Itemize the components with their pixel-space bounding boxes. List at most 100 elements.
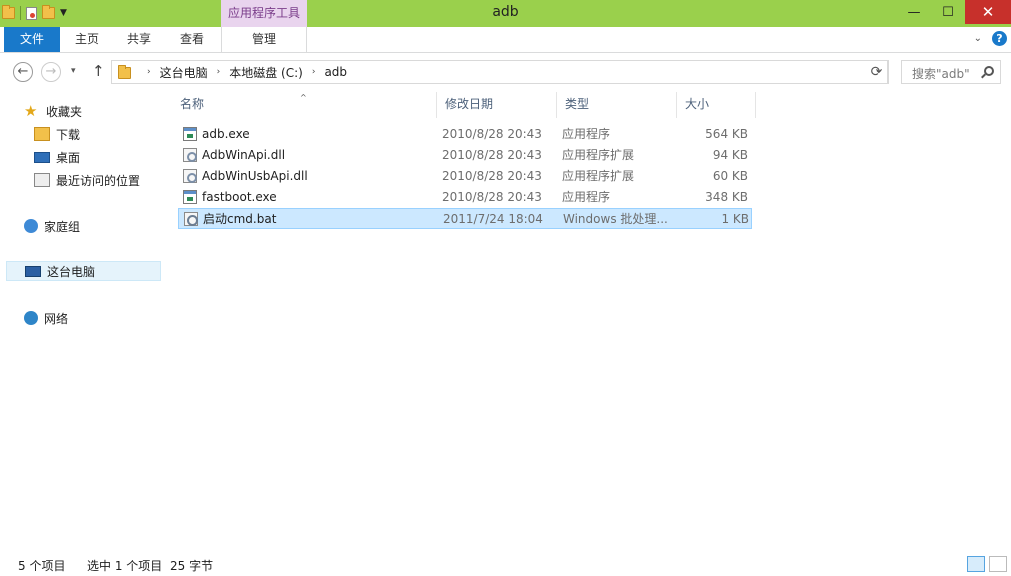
breadcrumb-separator[interactable]: › — [312, 67, 316, 77]
file-type: 应用程序 — [562, 127, 611, 141]
new-folder-icon[interactable] — [42, 5, 55, 19]
column-header-name[interactable]: 名称 ^ — [172, 92, 436, 118]
file-date: 2010/8/28 20:43 — [442, 169, 542, 183]
tab-home[interactable]: 主页 — [70, 27, 104, 52]
file-type: 应用程序 — [562, 190, 611, 204]
column-header-type[interactable]: 类型 — [556, 92, 676, 118]
file-name: 启动cmd.bat — [203, 212, 277, 226]
desktop-icon — [34, 151, 50, 163]
nav-item-label: 最近访问的位置 — [56, 173, 141, 188]
selection-count: 选中 1 个项目 — [87, 559, 163, 573]
up-button[interactable]: ↑ — [92, 62, 105, 80]
folder-icon — [118, 65, 131, 79]
nav-item-label: 桌面 — [56, 150, 81, 165]
search-input[interactable]: 搜索"adb" — [901, 60, 1001, 84]
recent-places-icon — [34, 173, 50, 187]
file-size: 348 KB — [705, 190, 748, 204]
refresh-button[interactable]: ⟳ — [865, 60, 889, 84]
nav-item-favorites[interactable]: ★ 收藏夹 — [6, 101, 161, 121]
file-type: 应用程序扩展 — [562, 169, 635, 183]
homegroup-icon — [24, 219, 38, 233]
ribbon-tabs: 文件 主页 共享 查看 管理 ⌄ ? — [0, 27, 1011, 53]
tab-share[interactable]: 共享 — [122, 27, 156, 52]
breadcrumb-local-disk[interactable]: 本地磁盘 (C:) — [229, 64, 303, 81]
quick-access-toolbar: ▼ — [2, 3, 67, 23]
tab-view[interactable]: 查看 — [175, 27, 209, 52]
bat-icon — [184, 212, 198, 226]
dll-icon — [183, 148, 197, 162]
network-icon — [24, 311, 38, 325]
sort-ascending-icon: ^ — [300, 93, 307, 102]
status-bar: 5 个项目 选中 1 个项目 25 字节 — [0, 554, 1011, 576]
nav-item-label: 家庭组 — [44, 219, 81, 234]
column-header-label: 名称 — [180, 97, 205, 111]
breadcrumb-this-pc[interactable]: 这台电脑 — [160, 64, 208, 81]
item-count: 5 个项目 — [18, 559, 66, 573]
details-view-icon[interactable] — [967, 556, 985, 572]
star-icon: ★ — [24, 102, 38, 120]
exe-icon — [183, 127, 197, 141]
search-icon[interactable] — [984, 66, 994, 76]
close-button[interactable]: ✕ — [965, 0, 1011, 24]
properties-icon[interactable] — [26, 6, 37, 20]
toolbar-separator — [20, 6, 21, 20]
breadcrumb: › 这台电脑 › 本地磁盘 (C:) › adb — [138, 61, 347, 83]
recent-locations-dropdown-icon[interactable]: ▾ — [71, 66, 76, 76]
view-switcher — [967, 556, 1007, 572]
file-name: adb.exe — [202, 127, 250, 141]
window-title: adb — [492, 4, 519, 20]
file-size: 1 KB — [721, 212, 749, 226]
address-toolbar: ← → ▾ ↑ › 这台电脑 › 本地磁盘 (C:) › adb ⌄ ⟳ 搜索"… — [0, 57, 1011, 87]
nav-item-label: 收藏夹 — [46, 104, 83, 119]
column-header-date[interactable]: 修改日期 — [436, 92, 556, 118]
file-row[interactable]: fastboot.exe 2010/8/28 20:43 应用程序 348 KB — [178, 187, 752, 208]
file-name: fastboot.exe — [202, 190, 277, 204]
folder-icon[interactable] — [2, 5, 15, 19]
customize-toolbar-dropdown-icon[interactable]: ▼ — [60, 8, 67, 18]
minimize-button[interactable]: — — [897, 0, 931, 24]
file-type: 应用程序扩展 — [562, 148, 635, 162]
back-button[interactable]: ← — [13, 62, 33, 82]
file-size: 60 KB — [712, 169, 748, 183]
tab-file[interactable]: 文件 — [4, 27, 60, 52]
nav-item-downloads[interactable]: 下载 — [6, 124, 161, 144]
navigation-pane: ★ 收藏夹 下载 桌面 最近访问的位置 家庭组 这台电脑 网络 — [0, 90, 163, 546]
computer-icon — [25, 265, 41, 277]
nav-item-label: 这台电脑 — [47, 264, 96, 279]
title-bar: ▼ 应用程序工具 adb — ☐ ✕ — [0, 0, 1011, 27]
file-row[interactable]: AdbWinApi.dll 2010/8/28 20:43 应用程序扩展 94 … — [178, 145, 752, 166]
nav-item-this-pc[interactable]: 这台电脑 — [6, 261, 161, 281]
nav-item-label: 网络 — [44, 311, 69, 326]
downloads-folder-icon — [34, 127, 50, 141]
nav-item-homegroup[interactable]: 家庭组 — [6, 216, 161, 236]
tab-manage[interactable]: 管理 — [221, 27, 307, 52]
file-row[interactable]: AdbWinUsbApi.dll 2010/8/28 20:43 应用程序扩展 … — [178, 166, 752, 187]
large-icons-view-icon[interactable] — [989, 556, 1007, 572]
contextual-tab-group-label: 应用程序工具 — [221, 0, 307, 27]
column-header-size[interactable]: 大小 — [676, 92, 756, 118]
nav-item-label: 下载 — [56, 127, 81, 142]
nav-item-network[interactable]: 网络 — [6, 308, 161, 328]
window-controls: — ☐ ✕ — [897, 0, 1011, 24]
file-row-selected[interactable]: 启动cmd.bat 2011/7/24 18:04 Windows 批处理...… — [178, 208, 752, 229]
breadcrumb-adb[interactable]: adb — [324, 65, 347, 79]
file-row[interactable]: adb.exe 2010/8/28 20:43 应用程序 564 KB — [178, 124, 752, 145]
file-name: AdbWinApi.dll — [202, 148, 286, 162]
ribbon-right-controls: ⌄ ? — [974, 31, 1007, 46]
search-placeholder: 搜索"adb" — [912, 67, 970, 81]
breadcrumb-separator[interactable]: › — [217, 67, 221, 77]
file-size: 564 KB — [705, 127, 748, 141]
forward-button[interactable]: → — [41, 62, 61, 82]
nav-item-recent-places[interactable]: 最近访问的位置 — [6, 170, 161, 190]
breadcrumb-separator[interactable]: › — [147, 67, 151, 77]
expand-ribbon-chevron-icon[interactable]: ⌄ — [974, 33, 982, 44]
file-size: 94 KB — [712, 148, 748, 162]
nav-item-desktop[interactable]: 桌面 — [6, 147, 161, 167]
help-icon[interactable]: ? — [992, 31, 1007, 46]
file-date: 2010/8/28 20:43 — [442, 127, 542, 141]
file-name: AdbWinUsbApi.dll — [202, 169, 308, 183]
maximize-button[interactable]: ☐ — [931, 0, 965, 24]
file-date: 2010/8/28 20:43 — [442, 148, 542, 162]
address-bar[interactable]: › 这台电脑 › 本地磁盘 (C:) › adb ⌄ — [111, 60, 888, 84]
selection-size: 25 字节 — [170, 559, 214, 573]
